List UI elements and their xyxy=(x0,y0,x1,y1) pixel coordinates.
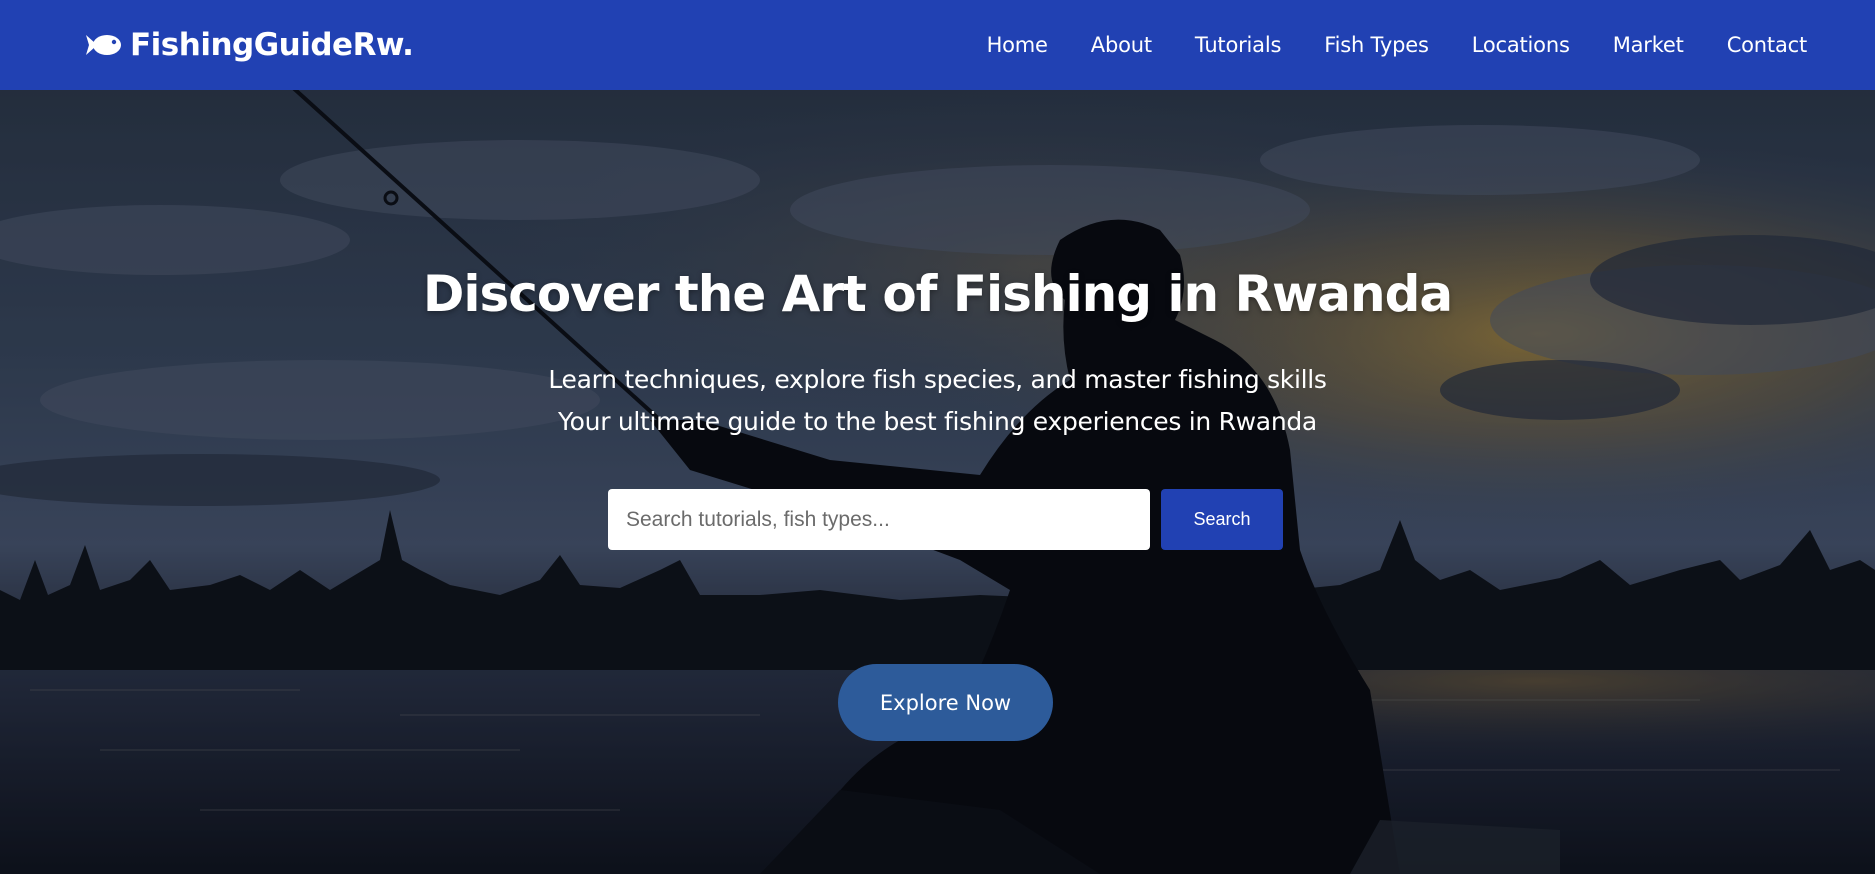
nav-item-locations[interactable]: Locations xyxy=(1472,33,1570,57)
fish-icon xyxy=(86,35,121,55)
nav-item-fish-types[interactable]: Fish Types xyxy=(1324,33,1429,57)
search-input[interactable] xyxy=(608,489,1150,550)
hero-subtitle-line-1: Learn techniques, explore fish species, … xyxy=(548,365,1327,394)
brand-logo-link[interactable]: FishingGuideRw. xyxy=(84,27,414,63)
search-button[interactable]: Search xyxy=(1161,489,1283,550)
brand-name: FishingGuideRw. xyxy=(130,27,414,63)
nav-item-market[interactable]: Market xyxy=(1613,33,1684,57)
nav-item-tutorials[interactable]: Tutorials xyxy=(1195,33,1282,57)
navbar: FishingGuideRw. Home About Tutorials Fis… xyxy=(0,0,1875,90)
hero-subtitle-line-2: Your ultimate guide to the best fishing … xyxy=(558,407,1317,436)
hero-content: Discover the Art of Fishing in Rwanda Le… xyxy=(0,90,1875,874)
nav-item-home[interactable]: Home xyxy=(987,33,1048,57)
main-nav: Home About Tutorials Fish Types Location… xyxy=(987,33,1808,57)
nav-item-contact[interactable]: Contact xyxy=(1727,33,1808,57)
explore-now-button[interactable]: Explore Now xyxy=(838,664,1053,741)
hero-title: Discover the Art of Fishing in Rwanda xyxy=(422,265,1453,323)
hero-section: Discover the Art of Fishing in Rwanda Le… xyxy=(0,90,1875,874)
search-form: Search xyxy=(608,489,1283,550)
nav-item-about[interactable]: About xyxy=(1091,33,1152,57)
